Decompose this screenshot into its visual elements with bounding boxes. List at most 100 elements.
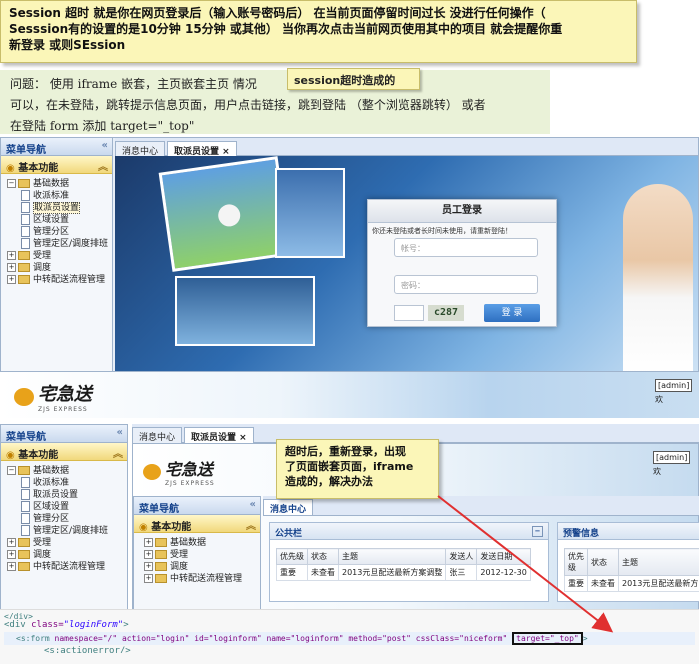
tree-node[interactable]: + 调度 (7, 549, 127, 561)
nested-user-info: [admin] 欢 (653, 449, 698, 477)
code-value: "loginForm" (63, 620, 124, 630)
column-header[interactable]: 优先级 (276, 548, 308, 565)
chevron-up-icon[interactable]: ︽ (113, 445, 123, 460)
tree-node[interactable]: + 受理 (7, 250, 112, 262)
tree-node[interactable]: + 中转配送流程管理 (7, 274, 112, 286)
tree-node[interactable]: + 中转配送流程管理 (144, 573, 260, 585)
collapse-icon[interactable]: « (117, 427, 123, 438)
collapse-panel-icon[interactable]: − (532, 526, 543, 537)
sticky-note-session: Session 超时 就是你在网页登录后（输入账号密码后） 在当前页面停留时间过… (0, 0, 637, 63)
column-header[interactable]: 状态 (587, 548, 619, 576)
tree-label: 受理 (33, 251, 52, 261)
note-line-1: 超时后，重新登录，出现 (285, 445, 406, 458)
password-input[interactable]: 密码： (394, 275, 538, 294)
expand-node-icon[interactable]: + (7, 562, 16, 571)
tree-label: 调度 (170, 562, 189, 572)
captcha-input[interactable] (394, 305, 424, 321)
folder-icon (18, 562, 30, 571)
tree-leaf[interactable]: 收派标准 (7, 190, 112, 202)
expand-node-icon[interactable]: + (144, 562, 153, 571)
expand-node-icon[interactable]: + (7, 275, 16, 284)
tree-leaf[interactable]: 区域设置 (7, 214, 112, 226)
woman-image (623, 184, 693, 371)
tab-bar: 消息中心 取派员设置 × (115, 138, 698, 157)
expand-node-icon[interactable]: + (144, 574, 153, 583)
table-row[interactable]: 重要 未查看 2013元旦配送最新方案调整 张三 2012-12-30 (276, 564, 531, 581)
tree-node[interactable]: + 调度 (144, 561, 260, 573)
tab-messages[interactable]: 消息中心 (115, 141, 166, 157)
collapse-node-icon[interactable]: − (7, 466, 16, 475)
tree-label: 收派标准 (33, 191, 70, 201)
column-header[interactable]: 主题 (337, 548, 447, 565)
tab-courier-settings[interactable]: 取派员设置 × (167, 141, 237, 157)
photo-frame (175, 276, 315, 346)
column-header[interactable]: 发送日期 (476, 548, 531, 565)
tree-label: 基础数据 (33, 179, 70, 189)
menu-title: 菜单导航 (139, 504, 179, 515)
column-header[interactable]: 优先级 (564, 548, 588, 576)
table-row[interactable]: 重要 未查看 2013元旦配送最新方 (564, 575, 699, 592)
login-button[interactable]: 登 录 (484, 304, 540, 322)
tree-leaf[interactable]: 取派员设置 (7, 489, 127, 501)
column-header[interactable]: 主题 (617, 548, 699, 576)
tree-leaf[interactable]: 取派员设置 (7, 202, 112, 214)
account-input[interactable]: 帐号： (394, 238, 538, 257)
captcha-image[interactable]: c287 (428, 305, 464, 321)
tab-messages[interactable]: 消息中心 (132, 427, 183, 443)
document-icon (21, 238, 30, 249)
logo-subtitle: ZJS EXPRESS (38, 406, 88, 413)
collapse-node-icon[interactable]: − (7, 179, 16, 188)
section-basic[interactable]: ◉ 基本功能 ︽ (1, 156, 112, 174)
note-line-3: 新登录 或则SEssion (9, 38, 126, 52)
tree-node[interactable]: + 受理 (144, 549, 260, 561)
logo-text: 宅急送 (37, 384, 92, 405)
code-tag-end: > (582, 634, 588, 643)
tree-leaf[interactable]: 管理分区 (7, 513, 127, 525)
tree-node[interactable]: + 基础数据 (144, 537, 260, 549)
folder-icon (155, 574, 167, 583)
section-basic[interactable]: ◉ 基本功能 ︽ (1, 443, 127, 461)
collapse-icon[interactable]: « (102, 140, 108, 151)
sidebar-header: 菜单导航 « (1, 138, 112, 156)
tree-node[interactable]: + 中转配送流程管理 (7, 561, 127, 573)
chevron-up-icon[interactable]: ︽ (98, 158, 108, 173)
tree-leaf[interactable]: 收派标准 (7, 477, 127, 489)
photo-golf (158, 156, 292, 272)
expand-node-icon[interactable]: + (144, 538, 153, 547)
admin-badge[interactable]: [admin] (653, 451, 691, 464)
tree-label: 中转配送流程管理 (33, 275, 106, 285)
code-attrs: namespace="/" action="login" id="loginfo… (54, 634, 508, 643)
chevron-up-icon[interactable]: ︽ (246, 517, 256, 532)
table-cell: 张三 (445, 564, 478, 581)
section-label: 基本功能 (18, 450, 59, 461)
expand-node-icon[interactable]: + (7, 538, 16, 547)
expand-node-icon[interactable]: + (7, 550, 16, 559)
column-header[interactable]: 发送人 (445, 548, 478, 565)
tree-leaf[interactable]: 管理分区 (7, 226, 112, 238)
admin-badge[interactable]: [admin] (655, 379, 693, 392)
tree-node[interactable]: + 受理 (7, 537, 127, 549)
column-header[interactable]: 状态 (307, 548, 339, 565)
section-label: 基本功能 (151, 522, 192, 533)
close-icon[interactable]: × (239, 433, 247, 443)
code-snippet: </div> <div class="loginForm"> <s:form n… (0, 609, 699, 664)
tree-leaf[interactable]: 区域设置 (7, 501, 127, 513)
tree-node[interactable]: − 基础数据 (7, 465, 127, 477)
logo-text: 宅急送 (164, 460, 213, 479)
expand-node-icon[interactable]: + (7, 251, 16, 260)
expand-node-icon[interactable]: + (144, 550, 153, 559)
table-cell: 未查看 (587, 575, 619, 592)
document-icon (21, 501, 30, 512)
section-basic[interactable]: ◉ 基本功能 ︽ (134, 515, 260, 533)
collapse-icon[interactable]: « (250, 499, 256, 510)
tree-node[interactable]: − 基础数据 (7, 178, 112, 190)
tree-node[interactable]: + 调度 (7, 262, 112, 274)
tab-courier-settings[interactable]: 取派员设置 × (184, 427, 254, 443)
tree-label: 中转配送流程管理 (33, 562, 106, 572)
tree-leaf[interactable]: 管理定区/调度排班 (7, 238, 112, 250)
tree-leaf[interactable]: 管理定区/调度排班 (7, 525, 127, 537)
document-icon (21, 214, 30, 225)
tab-messages[interactable]: 消息中心 (263, 499, 314, 515)
folder-icon (18, 550, 30, 559)
expand-node-icon[interactable]: + (7, 263, 16, 272)
